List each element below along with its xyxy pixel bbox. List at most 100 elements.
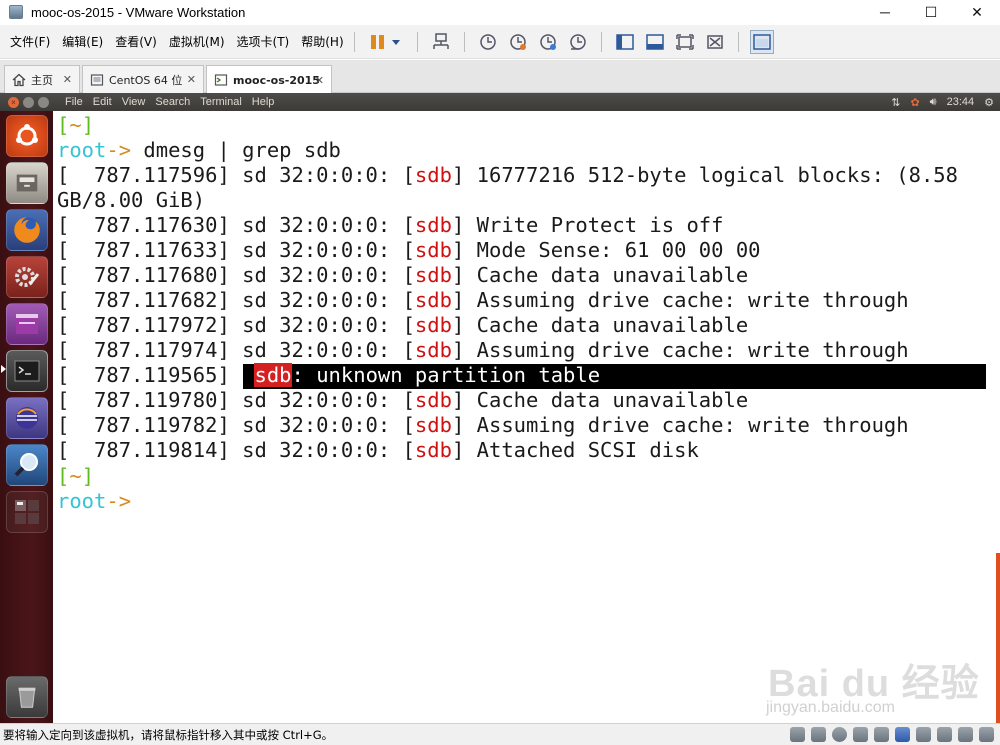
prompt-dir-line: [~]	[57, 464, 95, 488]
snapshot-clock-icon	[479, 33, 496, 50]
dmesg-line: [ 787.119780] sd 32:0:0:0: [sdb] Cache d…	[57, 388, 749, 412]
tab-home[interactable]: 主页 ✕	[4, 65, 80, 93]
console-view-icon	[752, 33, 771, 50]
dmesg-line: [ 787.117680] sd 32:0:0:0: [sdb] Cache d…	[57, 263, 749, 287]
guest-menu-edit[interactable]: Edit	[93, 96, 112, 108]
full-screen-icon	[675, 33, 694, 50]
sound-card-icon[interactable]	[916, 727, 931, 742]
guest-top-panel: × File Edit View Search Terminal Help ⇅ …	[0, 93, 1000, 111]
guest-menu-search[interactable]: Search	[155, 96, 190, 108]
guest-maximize-icon[interactable]	[38, 96, 49, 108]
guest-menu-view[interactable]: View	[122, 96, 146, 108]
full-screen-button[interactable]	[673, 30, 697, 54]
unity-mode-button[interactable]	[703, 30, 727, 54]
guest-close-icon[interactable]: ×	[8, 96, 19, 108]
hard-disk-icon[interactable]	[790, 727, 805, 742]
vm-icon	[90, 73, 104, 87]
menu-help[interactable]: 帮助(H)	[301, 33, 343, 50]
workspace-switcher-icon[interactable]	[6, 303, 48, 345]
menu-file[interactable]: 文件(F)	[10, 33, 50, 50]
keyboard-input-icon[interactable]: ✿	[910, 96, 919, 109]
tab-strip: 主页 ✕ CentOS 64 位 ✕ mooc-os-2015 ✕	[0, 60, 1000, 94]
tab-centos[interactable]: CentOS 64 位 ✕	[82, 65, 204, 93]
dmesg-line: [ 787.119814] sd 32:0:0:0: [sdb] Attache…	[57, 438, 699, 462]
tab-close-icon[interactable]: ✕	[63, 73, 72, 86]
snapshot-history-icon	[569, 33, 586, 50]
snapshot-manager-button[interactable]	[536, 30, 560, 54]
show-library-button[interactable]	[613, 30, 637, 54]
command-line: root-> dmesg | grep sdb	[57, 138, 341, 162]
status-hint: 要将输入定向到该虚拟机，请将鼠标指针移入其中或按 Ctrl+G。	[3, 727, 334, 742]
menu-toolbar: 文件(F) 编辑(E) 查看(V) 虚拟机(M) 选项卡(T) 帮助(H)	[0, 25, 1000, 59]
terminal-output[interactable]: [~] root-> dmesg | grep sdb [ 787.117596…	[53, 111, 1000, 723]
pause-button[interactable]	[366, 30, 406, 54]
menu-edit[interactable]: 编辑(E)	[62, 33, 103, 50]
files-icon[interactable]	[6, 162, 48, 204]
unity-mode-icon	[706, 34, 723, 49]
prompt-dir-line: [~]	[57, 113, 95, 137]
menu-vm[interactable]: 虚拟机(M)	[169, 33, 225, 50]
dmesg-line: [ 787.117972] sd 32:0:0:0: [sdb] Cache d…	[57, 313, 749, 337]
tab-close-icon[interactable]: ✕	[315, 74, 324, 87]
terminal-icon[interactable]	[6, 350, 48, 392]
guest-minimize-icon[interactable]	[23, 96, 34, 108]
maximize-button[interactable]: ☐	[908, 0, 954, 24]
volume-icon[interactable]: 🔊︎	[930, 96, 937, 109]
search-icon[interactable]	[6, 444, 48, 486]
network-computer-icon	[432, 32, 449, 49]
revert-snapshot-button[interactable]	[506, 30, 530, 54]
message-log-icon[interactable]	[979, 727, 994, 742]
firefox-icon[interactable]	[6, 209, 48, 251]
tab-label: 主页	[31, 73, 53, 87]
guest-menu-help[interactable]: Help	[252, 96, 275, 108]
watermark-url: jingyan.baidu.com	[766, 699, 895, 716]
tab-mooc-os-2015[interactable]: mooc-os-2015 ✕	[206, 65, 332, 94]
thumbnail-icon	[645, 33, 664, 50]
clock[interactable]: 23:44	[947, 96, 975, 108]
dmesg-line: [ 787.117630] sd 32:0:0:0: [sdb] Write P…	[57, 213, 724, 237]
cd-rom-icon[interactable]	[832, 727, 847, 742]
title-bar: mooc-os-2015 - VMware Workstation ─ ☐ ✕	[0, 0, 1000, 24]
console-view-button[interactable]	[749, 29, 774, 54]
send-ctrl-alt-del-button[interactable]	[429, 30, 453, 54]
dmesg-line-highlighted: [ 787.119565] sdb: unknown partition tab…	[57, 363, 601, 387]
dmesg-line: [ 787.119782] sd 32:0:0:0: [sdb] Assumin…	[57, 413, 909, 437]
printer-icon[interactable]	[937, 727, 952, 742]
usb-icon[interactable]	[874, 727, 889, 742]
snapshot-button[interactable]	[476, 30, 500, 54]
terminal-scrollbar[interactable]	[996, 553, 1000, 723]
network-icon[interactable]: ⇅	[891, 96, 900, 109]
dash-home-icon[interactable]	[6, 115, 48, 157]
revert-clock-icon	[509, 33, 526, 50]
settings-gear-icon[interactable]: ⚙	[984, 96, 994, 109]
bluetooth-icon[interactable]	[895, 727, 910, 742]
vm-icon	[214, 73, 228, 87]
eclipse-icon[interactable]	[6, 397, 48, 439]
toolbar-separator	[600, 31, 602, 52]
trash-icon[interactable]	[6, 676, 48, 718]
device-status-icons	[784, 727, 994, 742]
menu-view[interactable]: 查看(V)	[115, 33, 157, 50]
toolbar-separator	[737, 31, 739, 52]
minimize-button[interactable]: ─	[862, 0, 908, 24]
close-button[interactable]: ✕	[954, 0, 1000, 24]
workspaces-icon[interactable]	[6, 491, 48, 533]
dmesg-line: [ 787.117596] sd 32:0:0:0: [sdb] 1677721…	[57, 163, 958, 187]
system-settings-icon[interactable]	[6, 256, 48, 298]
unity-launcher	[0, 111, 53, 723]
menu-tabs[interactable]: 选项卡(T)	[237, 33, 290, 50]
sidebar-icon	[615, 33, 634, 50]
guest-system-tray: ⇅ ✿ 🔊︎ 23:44 ⚙	[891, 93, 1000, 111]
vmware-window: mooc-os-2015 - VMware Workstation ─ ☐ ✕ …	[0, 0, 1000, 745]
snapshot-history-button[interactable]	[566, 30, 590, 54]
thumbnail-bar-button[interactable]	[643, 30, 667, 54]
pause-icon	[370, 34, 400, 49]
hard-disk-icon[interactable]	[811, 727, 826, 742]
tab-label: mooc-os-2015	[233, 73, 320, 87]
network-adapter-icon[interactable]	[853, 727, 868, 742]
guest-menu-terminal[interactable]: Terminal	[200, 96, 242, 108]
tab-close-icon[interactable]: ✕	[187, 73, 196, 86]
guest-menu-file[interactable]: File	[65, 96, 83, 108]
toolbar-separator	[416, 31, 418, 52]
display-icon[interactable]	[958, 727, 973, 742]
